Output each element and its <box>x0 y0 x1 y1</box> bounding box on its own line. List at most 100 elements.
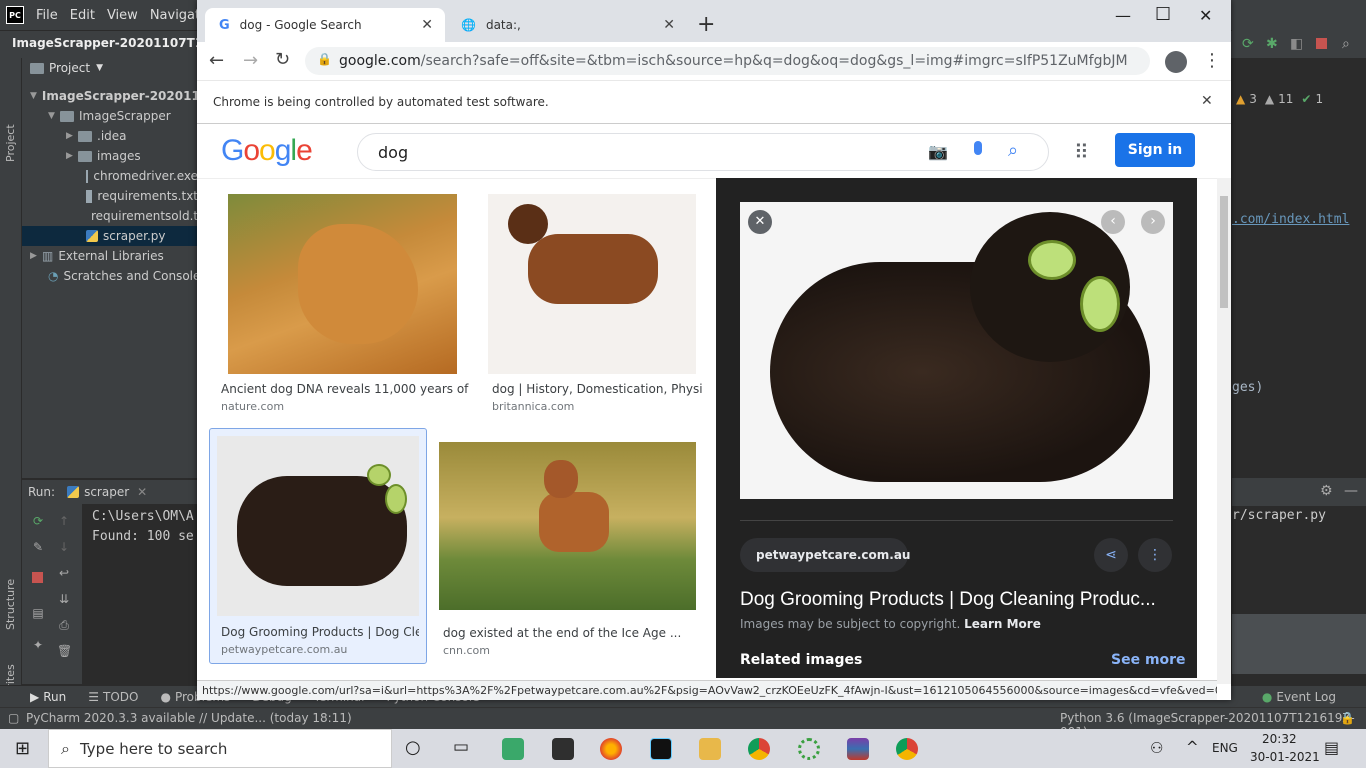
close-window-icon[interactable]: ✕ <box>1199 6 1212 25</box>
tree-item-images[interactable]: ▶ images <box>22 146 198 166</box>
winrar-icon[interactable] <box>847 738 869 760</box>
menu-file[interactable]: File <box>36 8 58 23</box>
tree-item-requirementsold[interactable]: requirementsold.tx <box>22 206 205 226</box>
tab-run[interactable]: Run <box>43 690 66 704</box>
share-icon[interactable]: ⋖ <box>1094 538 1128 572</box>
more-options-icon[interactable]: ⋮ <box>1138 538 1172 572</box>
result-title[interactable]: Ancient dog DNA reveals 11,000 years of … <box>221 382 471 396</box>
forward-icon[interactable]: → <box>243 50 258 71</box>
page-scrollbar[interactable] <box>1217 178 1231 684</box>
lock-icon[interactable]: 🔒 <box>1340 711 1355 725</box>
learn-more-link[interactable]: Learn More <box>964 617 1041 631</box>
tree-item-external-libraries[interactable]: ▶ ▥ External Libraries <box>22 246 198 266</box>
lock-icon[interactable]: 🔒 <box>317 52 332 66</box>
result-source[interactable]: nature.com <box>221 400 284 413</box>
close-tab-icon[interactable]: ✕ <box>663 17 675 33</box>
preview-title[interactable]: Dog Grooming Products | Dog Cleaning Pro… <box>740 589 1173 611</box>
more-menu-icon[interactable]: ⋮ <box>1203 50 1221 71</box>
previous-image-icon[interactable]: ‹ <box>1101 210 1125 234</box>
result-source[interactable]: cnn.com <box>443 644 490 657</box>
result-title[interactable]: Dog Grooming Products | Dog Cle... <box>221 625 419 639</box>
minimize-icon[interactable]: — <box>1344 483 1358 499</box>
search-icon[interactable]: ⌕ <box>1008 140 1018 161</box>
windows-start-icon[interactable]: ⊞ <box>15 738 30 759</box>
apps-grid-icon[interactable]: ⠿ <box>1074 140 1089 164</box>
chrome-taskbar-icon[interactable] <box>748 738 770 760</box>
pin-icon[interactable]: ✦ <box>31 638 45 652</box>
project-panel-header[interactable]: Project ▼ <box>22 61 103 75</box>
notifications-icon[interactable]: ▤ <box>1324 738 1339 757</box>
inspection-widget[interactable]: ▲ 3 ▲ 11 ✔ 1 <box>1236 92 1323 106</box>
rerun-icon[interactable]: ⟳ <box>1242 36 1254 52</box>
side-tab-project[interactable]: Project <box>4 124 17 162</box>
up-arrow-icon[interactable]: ↑ <box>57 514 71 528</box>
update-notice[interactable]: PyCharm 2020.3.3 available // Update... … <box>26 711 352 725</box>
google-logo[interactable]: Google <box>221 134 313 168</box>
language-indicator[interactable]: ENG <box>1212 741 1238 755</box>
file-explorer-icon[interactable] <box>699 738 721 760</box>
search-query[interactable]: dog <box>378 143 408 162</box>
soft-wrap-icon[interactable]: ↩ <box>57 566 71 580</box>
image-result-2[interactable]: dog | History, Domestication, Physi... b… <box>488 194 702 419</box>
firefox-icon[interactable] <box>600 738 622 760</box>
close-infobar-icon[interactable]: ✕ <box>1201 93 1213 109</box>
editor-code-url[interactable]: .com/index.html <box>1232 212 1349 227</box>
close-icon[interactable]: ✕ <box>137 485 147 499</box>
clock-date[interactable]: 30-01-2021 <box>1250 750 1320 764</box>
result-thumbnail[interactable] <box>488 194 696 374</box>
tree-item-imagescrapper[interactable]: ▼ ImageScrapper <box>22 106 198 126</box>
result-thumbnail[interactable] <box>439 442 696 610</box>
result-title[interactable]: dog existed at the end of the Ice Age ..… <box>443 626 701 640</box>
next-image-icon[interactable]: › <box>1141 210 1165 234</box>
taskbar-search[interactable]: ⌕ Type here to search <box>48 729 392 768</box>
app-icon-cloud[interactable] <box>502 738 524 760</box>
result-thumbnail[interactable] <box>217 436 419 616</box>
store-icon[interactable] <box>552 738 574 760</box>
stop-icon[interactable] <box>1316 38 1327 49</box>
preview-image[interactable]: ✕ ‹ › <box>740 202 1173 499</box>
people-icon[interactable]: ⚇ <box>1150 739 1163 757</box>
camera-icon[interactable]: 📷 <box>928 142 948 161</box>
close-tab-icon[interactable]: ✕ <box>421 17 433 33</box>
minimize-window-icon[interactable]: — <box>1115 6 1131 25</box>
close-preview-icon[interactable]: ✕ <box>748 210 772 234</box>
tree-item-idea[interactable]: ▶ .idea <box>22 126 198 146</box>
menu-edit[interactable]: Edit <box>70 8 95 23</box>
layout-icon[interactable]: ▤ <box>31 606 45 620</box>
chrome-taskbar-icon-2[interactable] <box>896 738 918 760</box>
tab-google-search[interactable]: G dog - Google Search ✕ <box>205 8 445 42</box>
scroll-to-end-icon[interactable]: ⇊ <box>57 592 71 606</box>
profile-avatar-icon[interactable] <box>1165 51 1187 73</box>
maximize-window-icon[interactable]: ☐ <box>1155 4 1171 25</box>
search-box[interactable]: 📷 ⌕ <box>357 133 1049 171</box>
run-config-tab[interactable]: scraper <box>84 485 129 499</box>
image-result-3-selected[interactable]: Dog Grooming Products | Dog Cle... petwa… <box>209 428 427 664</box>
side-tab-structure[interactable]: Structure <box>4 579 17 630</box>
tree-item-requirements[interactable]: requirements.txt <box>22 186 198 206</box>
stop-icon[interactable] <box>32 572 43 583</box>
pycharm-taskbar-icon[interactable] <box>650 738 672 760</box>
tree-item-scraper-py[interactable]: scraper.py <box>22 226 198 246</box>
down-arrow-icon[interactable]: ↓ <box>57 540 71 554</box>
app-icon-green-ring[interactable] <box>798 738 820 760</box>
scrollbar-thumb[interactable] <box>1220 196 1228 308</box>
address-url[interactable]: google.com/search?safe=off&site=&tbm=isc… <box>339 53 1128 69</box>
result-source[interactable]: petwaypetcare.com.au <box>221 643 347 656</box>
tree-item-scratches[interactable]: ◔ Scratches and Consoles <box>22 266 207 286</box>
task-view-icon[interactable]: ▭ <box>453 737 469 757</box>
event-log-tab[interactable]: Event Log <box>1276 690 1336 704</box>
tree-item-root[interactable]: ▼ ImageScrapper-202011 <box>22 86 200 106</box>
tree-item-chromedriver[interactable]: chromedriver.exe <box>22 166 198 186</box>
result-source[interactable]: britannica.com <box>492 400 574 413</box>
result-thumbnail[interactable] <box>228 194 457 374</box>
chevron-up-icon[interactable]: ^ <box>1186 738 1199 756</box>
reload-icon[interactable]: ↻ <box>275 49 290 70</box>
menu-view[interactable]: View <box>107 8 138 23</box>
source-site-chip[interactable]: petwaypetcare.com.au <box>740 538 910 572</box>
tab-data[interactable]: 🌐 data:, ✕ <box>447 8 687 42</box>
print-icon[interactable]: ⎙ <box>57 618 71 632</box>
result-title[interactable]: dog | History, Domestication, Physi... <box>492 382 702 396</box>
microphone-icon[interactable] <box>974 141 982 155</box>
tab-todo[interactable]: TODO <box>103 690 138 704</box>
back-icon[interactable]: ← <box>209 50 224 71</box>
